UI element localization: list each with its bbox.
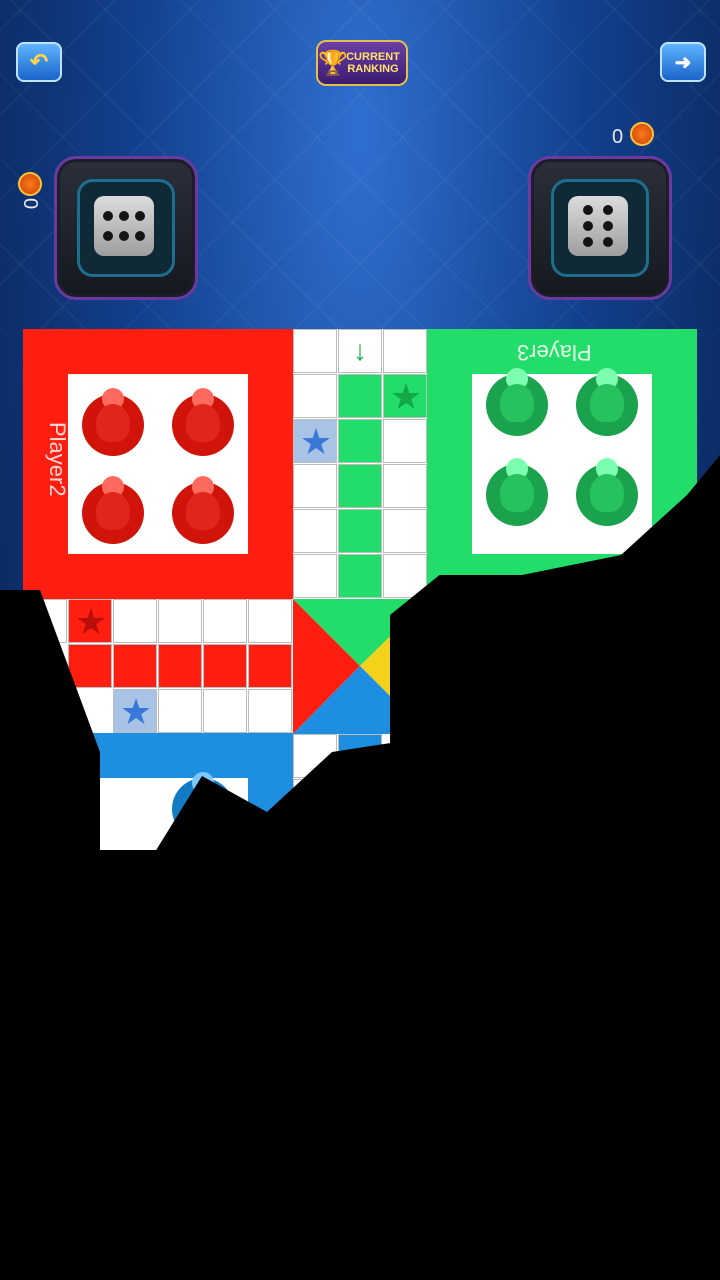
red-star-icon: ★ [74, 601, 108, 642]
right-score: 0 [612, 126, 624, 148]
exit-runner-icon: ➜ [674, 51, 692, 74]
red-pawn[interactable] [82, 388, 144, 456]
trophy-icon: 🏆 [318, 49, 348, 77]
exit-button[interactable]: ➜ [660, 42, 706, 82]
die-right[interactable] [568, 196, 628, 256]
green-pawn[interactable] [576, 458, 638, 526]
medal-icon-right [630, 122, 654, 146]
green-star-icon: ★ [389, 376, 423, 417]
green-pawn[interactable] [486, 458, 548, 526]
red-pawn[interactable] [82, 476, 144, 544]
dice-box-right[interactable] [528, 156, 672, 300]
blue-star-icon: ★ [119, 691, 153, 732]
green-entry-arrow-icon: ↓ [338, 329, 382, 373]
red-home: Player2 [23, 329, 293, 599]
red-pawn[interactable] [172, 388, 234, 456]
player3-label: Player3 [517, 340, 592, 365]
blue-star-icon: ★ [299, 421, 333, 462]
back-button[interactable]: ↶ [16, 42, 62, 82]
die-left[interactable] [94, 196, 154, 256]
dice-box-left[interactable] [54, 156, 198, 300]
ranking-label-line1: CURRENT [346, 51, 400, 63]
medal-icon-left [18, 172, 42, 196]
dark-overlay [0, 850, 720, 1280]
ranking-label-line2: RANKING [347, 63, 399, 75]
green-pawn[interactable] [576, 368, 638, 436]
green-pawn[interactable] [486, 368, 548, 436]
player2-label: Player2 [45, 422, 70, 497]
left-score: 0 [19, 197, 42, 210]
current-ranking-button[interactable]: 🏆 CURRENT RANKING [316, 40, 408, 86]
back-arrow-icon: ↶ [29, 49, 49, 74]
red-pawn[interactable] [172, 476, 234, 544]
